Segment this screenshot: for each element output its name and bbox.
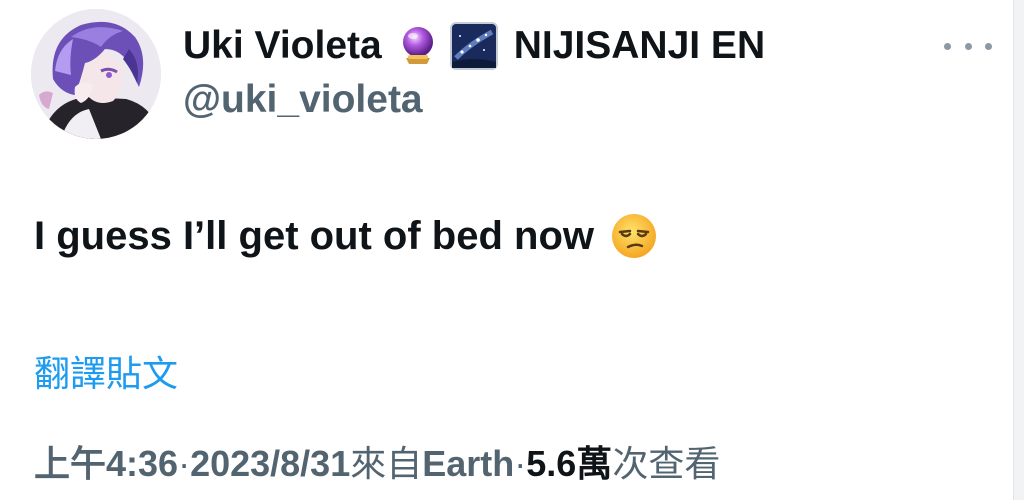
post-source: Earth	[422, 443, 515, 484]
views-count[interactable]: 5.6萬	[526, 435, 612, 487]
views-label: 次查看	[612, 443, 721, 484]
source-prefix: 來自	[350, 443, 423, 484]
avatar-image	[31, 9, 161, 139]
more-options-icon[interactable]	[944, 34, 992, 58]
post-time[interactable]: 上午4:36	[34, 435, 178, 487]
display-name[interactable]: Uki Violeta	[183, 24, 382, 68]
author-handle[interactable]: @uki_violeta	[183, 78, 423, 122]
translate-post-link[interactable]: 翻譯貼文	[34, 345, 178, 397]
affiliation-label[interactable]: NIJISANJI EN	[514, 24, 765, 68]
tweet-text: I guess I’ll get out of bed now	[34, 212, 658, 260]
milky-way-icon	[449, 22, 498, 70]
unamused-face-icon	[612, 214, 656, 258]
meta-separator: ·	[178, 443, 191, 484]
crystal-ball-icon	[402, 27, 433, 64]
meta-separator: ·	[514, 443, 527, 484]
scrollbar-track[interactable]	[1013, 0, 1024, 500]
avatar[interactable]	[31, 9, 161, 139]
tweet-card: Uki Violeta NIJISANJI EN @uki_violeta I …	[0, 0, 1024, 500]
tweet-text-content: I guess I’ll get out of bed now	[34, 213, 594, 258]
tweet-meta: 上午4:36 · 2023/8/31 來自 Earth · 5.6萬 次查看	[34, 435, 720, 487]
post-date[interactable]: 2023/8/31	[190, 443, 350, 485]
author-name-row[interactable]: Uki Violeta NIJISANJI EN	[183, 18, 765, 74]
